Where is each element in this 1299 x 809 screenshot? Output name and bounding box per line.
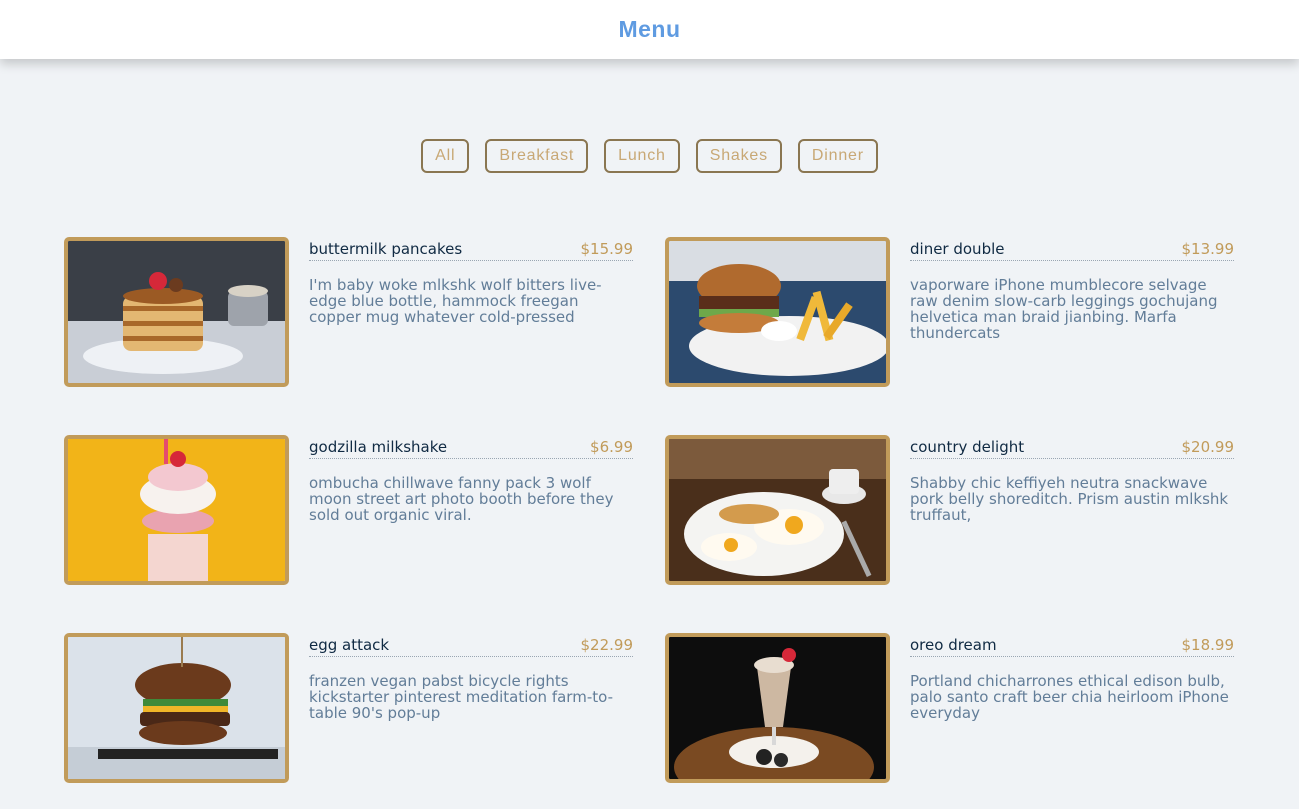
item-info: country delight $20.99 Shabby chic keffi… (910, 435, 1234, 585)
item-info: oreo dream $18.99 Portland chicharrones … (910, 633, 1234, 783)
menu-item: oreo dream $18.99 Portland chicharrones … (665, 633, 1234, 783)
menu-item: egg attack $22.99 franzen vegan pabst bi… (64, 633, 633, 783)
menu-grid: buttermilk pancakes $15.99 I'm baby woke… (64, 237, 1234, 783)
menu-item: buttermilk pancakes $15.99 I'm baby woke… (64, 237, 633, 387)
item-description: Portland chicharrones ethical edison bul… (910, 672, 1229, 722)
item-header: diner double $13.99 (910, 237, 1234, 261)
item-header: oreo dream $18.99 (910, 633, 1234, 657)
item-description: I'm baby woke mlkshk wolf bitters live-e… (309, 276, 602, 326)
item-info: diner double $13.99 vaporware iPhone mum… (910, 237, 1234, 387)
item-name: godzilla milkshake (309, 437, 448, 456)
menu-item: godzilla milkshake $6.99 ombucha chillwa… (64, 435, 633, 585)
eggs-breakfast-photo (665, 435, 890, 585)
item-header: buttermilk pancakes $15.99 (309, 237, 633, 261)
burger-photo (64, 633, 289, 783)
filter-breakfast-button[interactable]: Breakfast (485, 139, 589, 173)
item-price: $15.99 (580, 239, 634, 258)
item-description: vaporware iPhone mumblecore selvage raw … (910, 276, 1218, 342)
page-title: Menu (618, 16, 681, 42)
item-info: buttermilk pancakes $15.99 I'm baby woke… (309, 237, 633, 387)
item-header: godzilla milkshake $6.99 (309, 435, 633, 459)
burger-fries-photo (665, 237, 890, 387)
item-price: $18.99 (1181, 635, 1235, 654)
item-price: $20.99 (1181, 437, 1235, 456)
item-info: egg attack $22.99 franzen vegan pabst bi… (309, 633, 633, 783)
filter-all-button[interactable]: All (421, 139, 470, 173)
item-price: $6.99 (590, 437, 633, 456)
filter-lunch-button[interactable]: Lunch (604, 139, 680, 173)
item-header: egg attack $22.99 (309, 633, 633, 657)
item-name: buttermilk pancakes (309, 239, 463, 258)
item-name: egg attack (309, 635, 390, 654)
item-description: franzen vegan pabst bicycle rights kicks… (309, 672, 613, 722)
menu-item: country delight $20.99 Shabby chic keffi… (665, 435, 1234, 585)
item-description: ombucha chillwave fanny pack 3 wolf moon… (309, 474, 614, 524)
filter-dinner-button[interactable]: Dinner (797, 139, 878, 173)
item-price: $22.99 (580, 635, 634, 654)
filter-shakes-button[interactable]: Shakes (695, 139, 782, 173)
top-bar: Menu (0, 0, 1299, 59)
menu-item: diner double $13.99 vaporware iPhone mum… (665, 237, 1234, 387)
item-price: $13.99 (1181, 239, 1235, 258)
item-name: oreo dream (910, 635, 997, 654)
item-name: diner double (910, 239, 1005, 258)
item-info: godzilla milkshake $6.99 ombucha chillwa… (309, 435, 633, 585)
item-name: country delight (910, 437, 1025, 456)
oreo-shake-photo (665, 633, 890, 783)
milkshake-photo (64, 435, 289, 585)
pancakes-photo (64, 237, 289, 387)
item-description: Shabby chic keffiyeh neutra snackwave po… (910, 474, 1229, 524)
category-filters: All Breakfast Lunch Shakes Dinner (0, 139, 1299, 173)
item-header: country delight $20.99 (910, 435, 1234, 459)
